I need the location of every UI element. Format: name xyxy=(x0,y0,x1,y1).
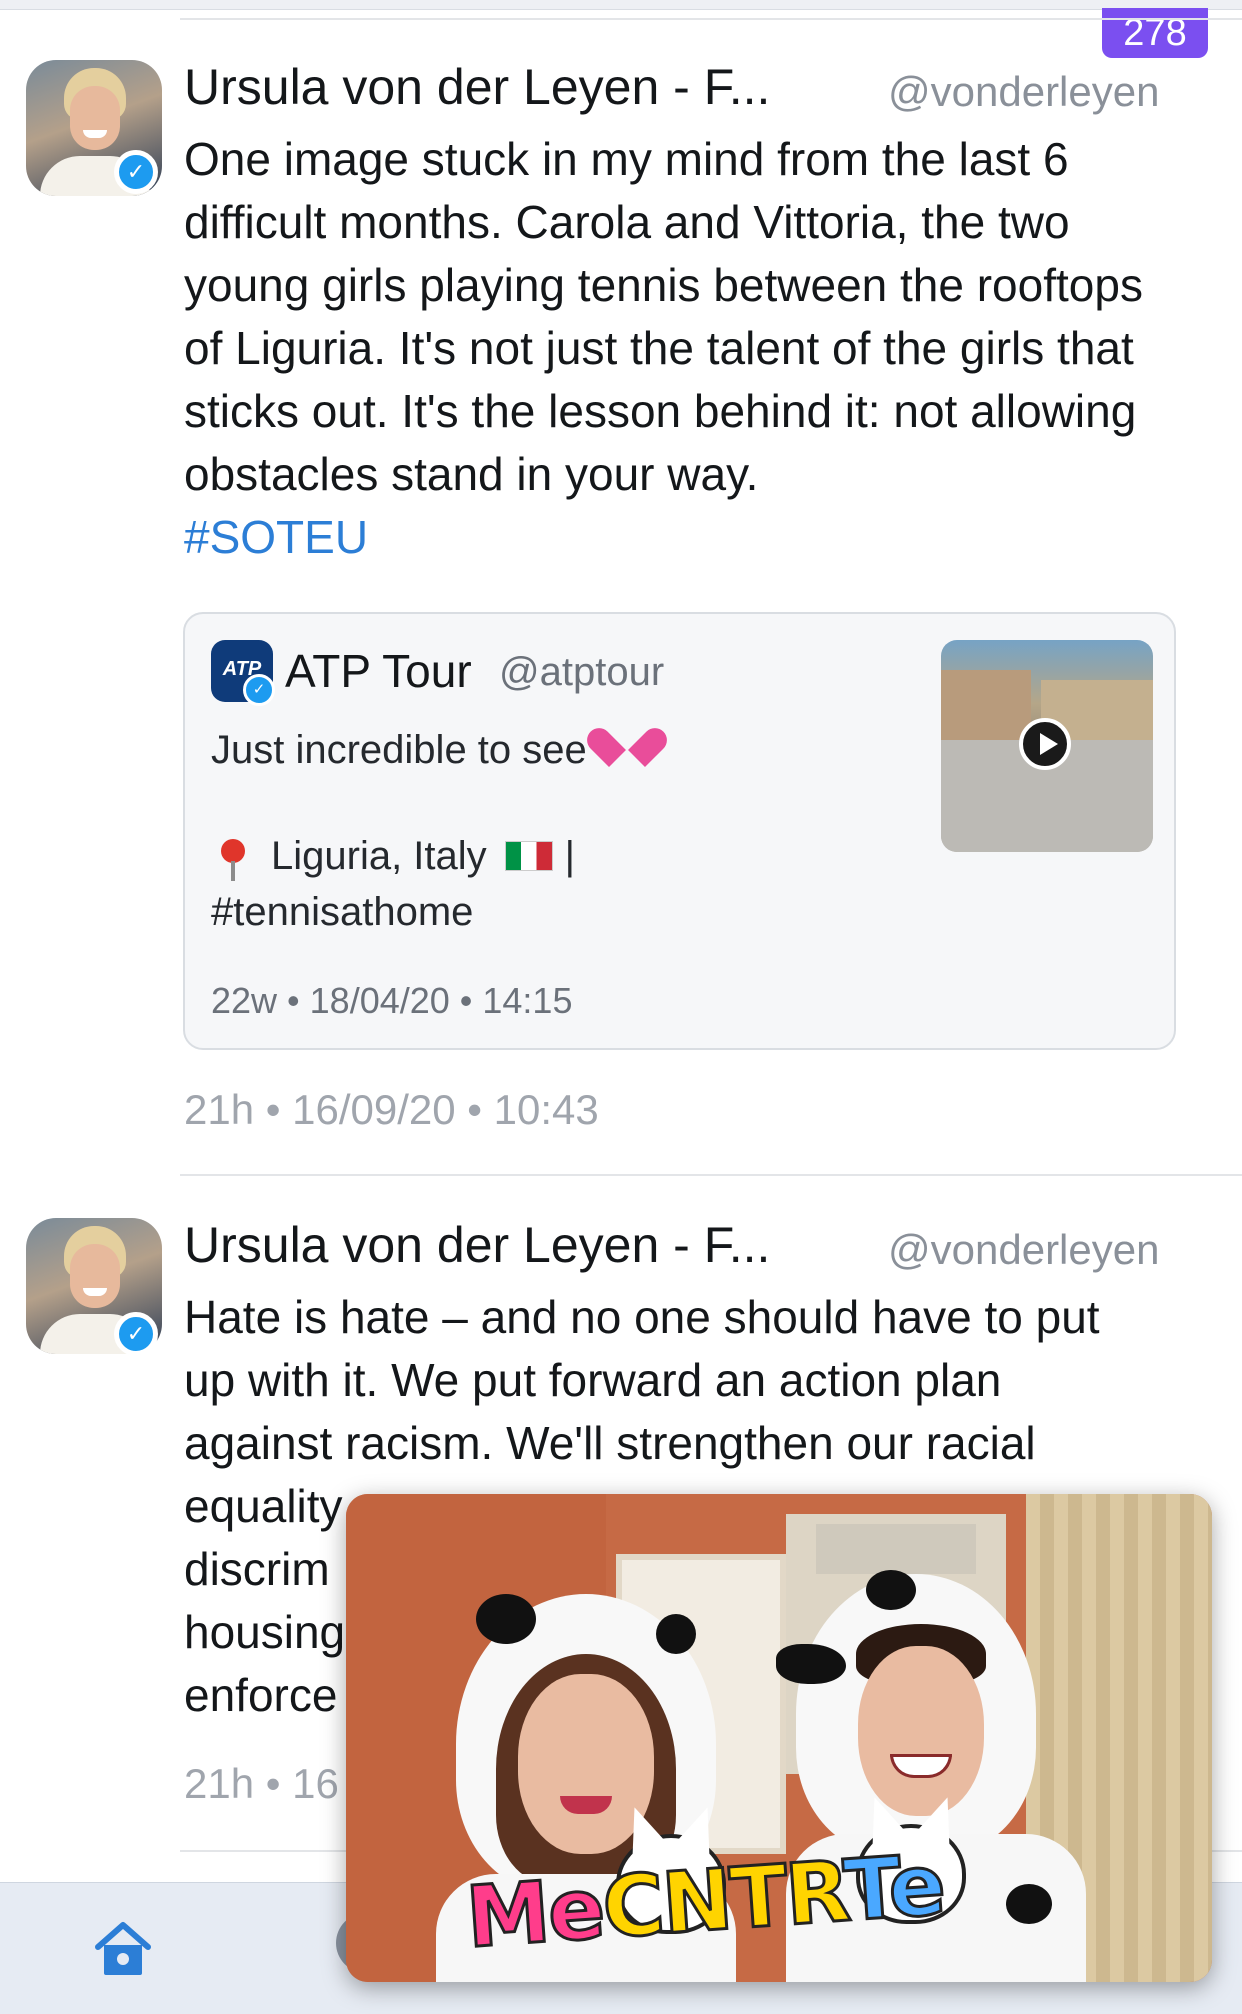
avatar-face xyxy=(70,86,120,150)
logo-text-part: Me xyxy=(462,1858,608,1968)
quoted-author-handle[interactable]: @atptour xyxy=(499,650,664,695)
quoted-text: Just incredible to see xyxy=(211,722,891,778)
author-name[interactable]: Ursula von der Leyen - F... xyxy=(184,58,770,116)
tweet-text-line: against racism. We'll strengthen our rac… xyxy=(184,1417,1036,1469)
top-edge xyxy=(0,0,1242,10)
hashtag-link[interactable]: #SOTEU xyxy=(184,506,1184,569)
quoted-text-body: Just incredible to see xyxy=(211,728,587,772)
tweet-text: One image stuck in my mind from the last… xyxy=(184,128,1184,569)
video-vent xyxy=(816,1524,976,1574)
italy-flag-icon xyxy=(504,841,553,871)
dog-ear xyxy=(776,1644,846,1684)
logo-text-part: C xyxy=(598,1854,667,1959)
logo-text-part: Te xyxy=(839,1834,948,1942)
divider xyxy=(180,1174,1242,1176)
author-name[interactable]: Ursula von der Leyen - F... xyxy=(184,1216,770,1274)
hood-spot xyxy=(476,1594,536,1644)
avatar-face xyxy=(70,1244,120,1308)
quoted-timestamp: 22w • 18/04/20 • 14:15 xyxy=(211,980,573,1021)
quoted-tweet[interactable]: ATP ✓ ATP Tour @atptour Just incredible … xyxy=(183,612,1176,1050)
play-icon[interactable] xyxy=(1019,718,1071,770)
tweet-timestamp: 21h • 16 xyxy=(184,1760,339,1807)
location-pin-icon xyxy=(221,839,245,881)
tweet-timestamp: 21h • 16/09/20 • 10:43 xyxy=(184,1086,599,1133)
atp-logo: ATP ✓ xyxy=(211,640,275,706)
tweet-body: One image stuck in my mind from the last… xyxy=(184,133,1143,500)
verified-badge-icon: ✓ xyxy=(114,1312,158,1356)
hood-spot xyxy=(866,1570,916,1610)
author-handle[interactable]: @vonderleyen xyxy=(888,68,1159,116)
quoted-author-name[interactable]: ATP Tour xyxy=(285,644,472,698)
video-thumbnail[interactable] xyxy=(941,640,1153,852)
verified-badge-icon: ✓ xyxy=(114,150,158,194)
unread-count-badge[interactable]: 278 xyxy=(1102,8,1208,58)
hood-spot xyxy=(656,1614,696,1654)
sparkling-heart-icon xyxy=(599,729,645,771)
separator: | xyxy=(564,834,576,878)
verified-badge-icon: ✓ xyxy=(243,674,275,706)
logo-text-part: NTR xyxy=(657,1841,849,1954)
home-icon[interactable] xyxy=(92,1917,154,1979)
tweet-text-line: up with it. We put forward an action pla… xyxy=(184,1354,1002,1406)
face xyxy=(858,1646,984,1816)
quoted-hashtag[interactable]: #tennisathome xyxy=(211,890,473,935)
tweet-text-line: Hate is hate – and no one should have to… xyxy=(184,1291,1100,1343)
author-handle[interactable]: @vonderleyen xyxy=(888,1226,1159,1274)
picture-in-picture-video[interactable]: MeCNTRTe xyxy=(346,1494,1212,1982)
costume-spot xyxy=(1006,1884,1052,1924)
thumbnail-building xyxy=(941,670,1031,740)
quoted-location-line: Liguria, Italy | xyxy=(211,834,576,881)
quoted-location: Liguria, Italy xyxy=(271,834,487,878)
divider xyxy=(180,18,1242,20)
